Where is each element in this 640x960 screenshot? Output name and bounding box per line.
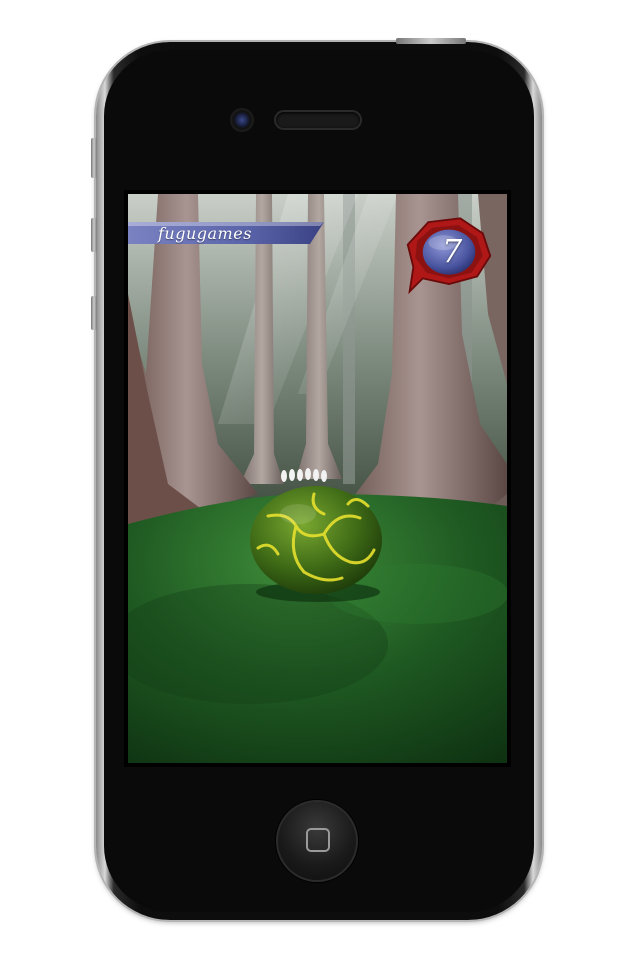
sleep-button	[396, 38, 466, 44]
silent-switch	[91, 138, 97, 178]
front-camera-icon	[232, 110, 252, 130]
bowling-ball[interactable]	[250, 486, 382, 594]
phone-screen: fugugames 7	[124, 190, 511, 767]
volume-up-button	[91, 218, 97, 252]
volume-down-button	[91, 296, 97, 330]
brand-label: fugugames	[158, 224, 252, 243]
earpiece-speaker-icon	[276, 112, 360, 128]
score-counter: 7	[441, 232, 463, 270]
game-viewport[interactable]: fugugames 7	[128, 194, 507, 763]
home-button-icon	[306, 828, 330, 852]
